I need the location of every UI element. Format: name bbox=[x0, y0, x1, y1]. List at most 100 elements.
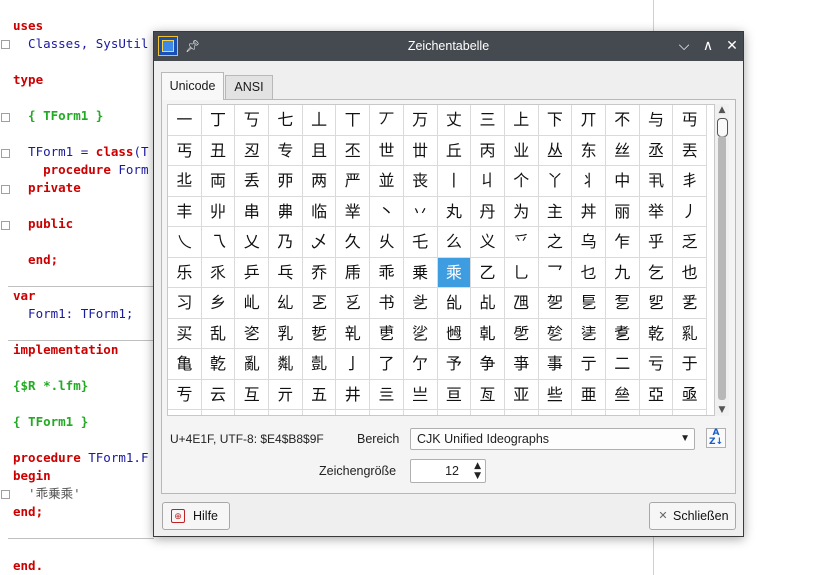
char-cell[interactable]: 主 bbox=[538, 196, 573, 227]
char-cell[interactable]: 乏 bbox=[673, 227, 707, 258]
code-line[interactable]: end; bbox=[13, 504, 43, 520]
char-cell[interactable]: 于 bbox=[673, 349, 707, 380]
char-cell[interactable]: 了 bbox=[370, 349, 404, 380]
code-line[interactable]: end; bbox=[13, 252, 58, 268]
char-cell[interactable]: 亜 bbox=[572, 379, 606, 410]
char-cell[interactable]: 乹 bbox=[471, 318, 505, 349]
char-cell[interactable]: 乜 bbox=[572, 257, 606, 288]
char-cell[interactable]: 丕 bbox=[336, 135, 371, 166]
fold-marker[interactable] bbox=[1, 221, 10, 230]
fold-marker[interactable] bbox=[1, 40, 10, 49]
char-cell[interactable]: 云 bbox=[201, 379, 236, 410]
char-cell[interactable]: 丌 bbox=[572, 105, 606, 136]
tab-ansi[interactable]: ANSI bbox=[225, 75, 273, 100]
minimize-icon[interactable]: ⌵ bbox=[675, 37, 693, 55]
char-cell[interactable]: 一 bbox=[168, 105, 202, 136]
char-cell[interactable]: 丆 bbox=[370, 105, 404, 136]
char-cell[interactable]: 且 bbox=[302, 135, 337, 166]
range-select[interactable]: CJK Unified Ideographs ▼ bbox=[410, 428, 695, 450]
char-cell[interactable]: 丒 bbox=[235, 135, 270, 166]
selected-char-cell[interactable]: 乘 bbox=[437, 257, 472, 288]
help-button[interactable]: ⊕ Hilfe bbox=[162, 502, 230, 530]
char-cell[interactable]: 乱 bbox=[201, 318, 236, 349]
fold-marker[interactable] bbox=[1, 185, 10, 194]
char-cell[interactable]: 亨 bbox=[437, 410, 472, 415]
char-cell[interactable]: 丝 bbox=[605, 135, 640, 166]
char-cell[interactable]: 丼 bbox=[572, 196, 606, 227]
char-cell[interactable]: 亍 bbox=[572, 349, 606, 380]
char-cell[interactable]: 亁 bbox=[201, 349, 236, 380]
code-line[interactable]: public bbox=[13, 216, 73, 232]
char-cell[interactable]: 乆 bbox=[370, 227, 404, 258]
code-line[interactable]: TForm1 = class(T bbox=[13, 144, 148, 160]
char-cell[interactable]: 互 bbox=[235, 379, 270, 410]
char-cell[interactable]: 亗 bbox=[403, 379, 438, 410]
char-cell[interactable]: 专 bbox=[269, 135, 303, 166]
char-cell[interactable]: 丨 bbox=[437, 166, 472, 197]
char-cell[interactable]: 世 bbox=[370, 135, 404, 166]
char-cell[interactable]: 两 bbox=[302, 166, 337, 197]
char-cell[interactable]: 亊 bbox=[504, 349, 539, 380]
char-cell[interactable]: 亮 bbox=[639, 410, 674, 415]
char-cell[interactable]: 丿 bbox=[673, 196, 707, 227]
char-cell[interactable]: 乼 bbox=[572, 318, 606, 349]
scroll-down-icon[interactable]: ▼ bbox=[715, 404, 729, 416]
char-cell[interactable]: 乒 bbox=[235, 257, 270, 288]
char-cell[interactable]: 亩 bbox=[471, 410, 505, 415]
char-cell[interactable]: 並 bbox=[370, 166, 404, 197]
font-size-spinbox[interactable]: 12 ▲ ▼ bbox=[410, 459, 486, 483]
code-line[interactable]: var bbox=[13, 288, 36, 304]
char-cell[interactable]: 亖 bbox=[370, 379, 404, 410]
char-cell[interactable]: 上 bbox=[504, 105, 539, 136]
code-line[interactable]: Classes, SysUtil bbox=[13, 36, 148, 52]
char-cell[interactable]: 亄 bbox=[302, 349, 337, 380]
char-cell[interactable]: 乿 bbox=[673, 318, 707, 349]
char-cell[interactable]: 亏 bbox=[639, 349, 674, 380]
char-cell[interactable]: 乮 bbox=[639, 288, 674, 319]
char-cell[interactable]: 丛 bbox=[538, 135, 573, 166]
char-cell[interactable]: 么 bbox=[437, 227, 472, 258]
char-cell[interactable]: 亓 bbox=[269, 379, 303, 410]
char-cell[interactable]: 乔 bbox=[302, 257, 337, 288]
char-cell[interactable]: 乚 bbox=[504, 257, 539, 288]
char-cell[interactable]: 亙 bbox=[471, 379, 505, 410]
char-cell[interactable]: 丙 bbox=[471, 135, 505, 166]
char-cell[interactable]: 乾 bbox=[639, 318, 674, 349]
char-cell[interactable]: 下 bbox=[538, 105, 573, 136]
char-cell[interactable]: 乓 bbox=[269, 257, 303, 288]
char-cell[interactable]: 丷 bbox=[403, 196, 438, 227]
code-line[interactable]: '乖乗乘' bbox=[13, 486, 81, 502]
char-cell[interactable]: 丯 bbox=[673, 166, 707, 197]
scroll-up-icon[interactable]: ▲ bbox=[715, 104, 729, 116]
close-button[interactable]: ✕ Schließen bbox=[649, 502, 736, 530]
char-cell[interactable]: 丟 bbox=[673, 135, 707, 166]
char-cell[interactable]: 举 bbox=[639, 196, 674, 227]
char-cell[interactable]: 丹 bbox=[471, 196, 505, 227]
char-cell[interactable]: 亢 bbox=[235, 410, 270, 415]
spin-up-icon[interactable]: ▲ bbox=[474, 461, 481, 471]
char-cell[interactable]: 乂 bbox=[235, 227, 270, 258]
char-cell[interactable]: 丽 bbox=[605, 196, 640, 227]
char-cell[interactable]: 严 bbox=[336, 166, 371, 197]
code-line[interactable]: { TForm1 } bbox=[13, 108, 103, 124]
char-cell[interactable]: 乌 bbox=[572, 227, 606, 258]
char-cell[interactable]: 予 bbox=[437, 349, 472, 380]
char-cell[interactable]: 九 bbox=[605, 257, 640, 288]
char-cell[interactable]: 五 bbox=[302, 379, 337, 410]
char-cell[interactable]: 亐 bbox=[168, 379, 202, 410]
char-cell[interactable]: 临 bbox=[302, 196, 337, 227]
char-cell[interactable]: 乗 bbox=[403, 257, 438, 288]
char-cell[interactable]: 丂 bbox=[235, 105, 270, 136]
code-line[interactable]: {$R *.lfm} bbox=[13, 378, 88, 394]
char-cell[interactable]: 乯 bbox=[673, 288, 707, 319]
char-cell[interactable]: 乀 bbox=[168, 227, 202, 258]
char-cell[interactable]: 丬 bbox=[572, 166, 606, 197]
char-cell[interactable]: 丢 bbox=[235, 166, 270, 197]
vertical-scrollbar[interactable]: ▲ ▼ bbox=[715, 104, 729, 416]
char-cell[interactable]: 与 bbox=[639, 105, 674, 136]
char-cell[interactable]: 乣 bbox=[269, 288, 303, 319]
close-icon[interactable]: ✕ bbox=[723, 37, 741, 55]
char-cell[interactable]: 乴 bbox=[302, 318, 337, 349]
code-line[interactable]: begin bbox=[13, 468, 51, 484]
char-cell[interactable]: 丳 bbox=[269, 196, 303, 227]
